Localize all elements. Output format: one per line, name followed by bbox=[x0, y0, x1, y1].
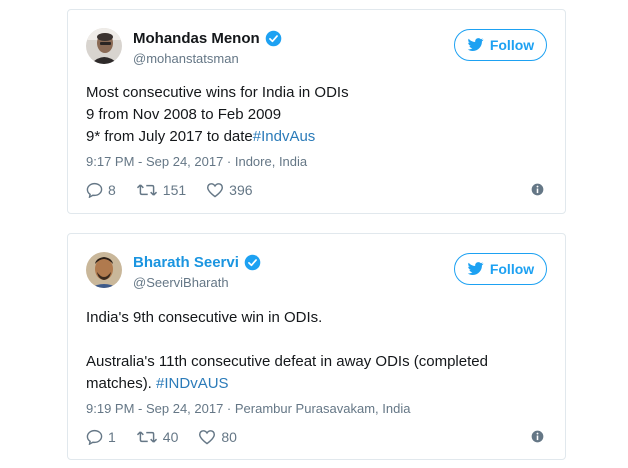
tweet-header: Mohandas Menon @mohanstatsman Follow bbox=[86, 28, 547, 72]
twitter-bird-icon bbox=[467, 38, 484, 51]
tweet-timestamp[interactable]: 9:17 PM - Sep 24, 2017 · Indore, India bbox=[86, 154, 307, 169]
tweet-actions: 1 40 80 bbox=[86, 427, 547, 447]
like-button[interactable]: 396 bbox=[206, 182, 253, 198]
author-name[interactable]: Mohandas Menon bbox=[133, 30, 260, 47]
retweet-icon bbox=[136, 431, 157, 443]
like-heart-icon bbox=[199, 430, 216, 445]
tweet-line: India's 9th consecutive win in ODIs. bbox=[86, 309, 323, 326]
author-block: Bharath Seervi @SeerviBharath bbox=[133, 252, 261, 290]
tweet-line-text: matches). bbox=[86, 375, 157, 392]
verified-badge-icon bbox=[265, 30, 281, 46]
tweet-line: Most consecutive wins for India in ODIs bbox=[86, 84, 349, 101]
tweet-actions: 8 151 396 bbox=[86, 180, 547, 200]
info-icon[interactable] bbox=[531, 430, 544, 443]
retweet-icon bbox=[136, 184, 157, 196]
tweet-line-blank bbox=[86, 329, 547, 351]
like-heart-icon bbox=[207, 183, 224, 198]
retweet-count: 151 bbox=[162, 182, 187, 198]
follow-button[interactable]: Follow bbox=[454, 253, 547, 285]
retweet-count: 40 bbox=[162, 429, 179, 445]
tweet-line: Australia's 11th consecutive defeat in a… bbox=[86, 353, 488, 370]
tweet-line: matches). #INDvAUS bbox=[86, 373, 547, 395]
reply-button[interactable]: 8 bbox=[86, 182, 116, 198]
reply-icon bbox=[86, 182, 103, 198]
follow-label: Follow bbox=[489, 261, 535, 277]
hashtag-link[interactable]: #IndvAus bbox=[253, 128, 316, 145]
reply-icon bbox=[86, 429, 103, 445]
avatar[interactable] bbox=[86, 28, 122, 64]
follow-button[interactable]: Follow bbox=[454, 29, 547, 61]
tweet-timestamp[interactable]: 9:19 PM - Sep 24, 2017 · Perambur Purasa… bbox=[86, 401, 410, 416]
tweet-card: Bharath Seervi @SeerviBharath Follow Ind… bbox=[67, 233, 566, 460]
author-name[interactable]: Bharath Seervi bbox=[133, 254, 239, 271]
tweet-card: Mohandas Menon @mohanstatsman Follow Mos… bbox=[67, 9, 566, 214]
reply-count: 1 bbox=[108, 429, 116, 445]
tweet-text: India's 9th consecutive win in ODIs. Aus… bbox=[86, 307, 547, 395]
info-icon[interactable] bbox=[531, 183, 544, 196]
like-button[interactable]: 80 bbox=[198, 429, 237, 445]
like-count: 80 bbox=[221, 429, 237, 445]
tweet-line: 9* from July 2017 to date#IndvAus bbox=[86, 126, 547, 148]
retweet-button[interactable]: 40 bbox=[136, 429, 179, 445]
tweet-header: Bharath Seervi @SeerviBharath Follow bbox=[86, 252, 547, 296]
tweet-line: 9 from Nov 2008 to Feb 2009 bbox=[86, 106, 282, 123]
reply-button[interactable]: 1 bbox=[86, 429, 116, 445]
follow-label: Follow bbox=[489, 37, 535, 53]
twitter-bird-icon bbox=[467, 262, 484, 275]
tweet-text: Most consecutive wins for India in ODIs … bbox=[86, 82, 547, 148]
like-count: 396 bbox=[229, 182, 253, 198]
verified-badge-icon bbox=[244, 254, 261, 270]
retweet-button[interactable]: 151 bbox=[136, 182, 186, 198]
avatar[interactable] bbox=[86, 252, 122, 288]
hashtag-link[interactable]: #INDvAUS bbox=[156, 375, 229, 392]
author-block: Mohandas Menon @mohanstatsman bbox=[133, 28, 282, 66]
reply-count: 8 bbox=[108, 182, 116, 198]
tweet-line-text: 9* from July 2017 to date bbox=[86, 128, 253, 145]
author-handle[interactable]: @SeerviBharath bbox=[133, 275, 261, 290]
author-handle[interactable]: @mohanstatsman bbox=[133, 51, 282, 66]
